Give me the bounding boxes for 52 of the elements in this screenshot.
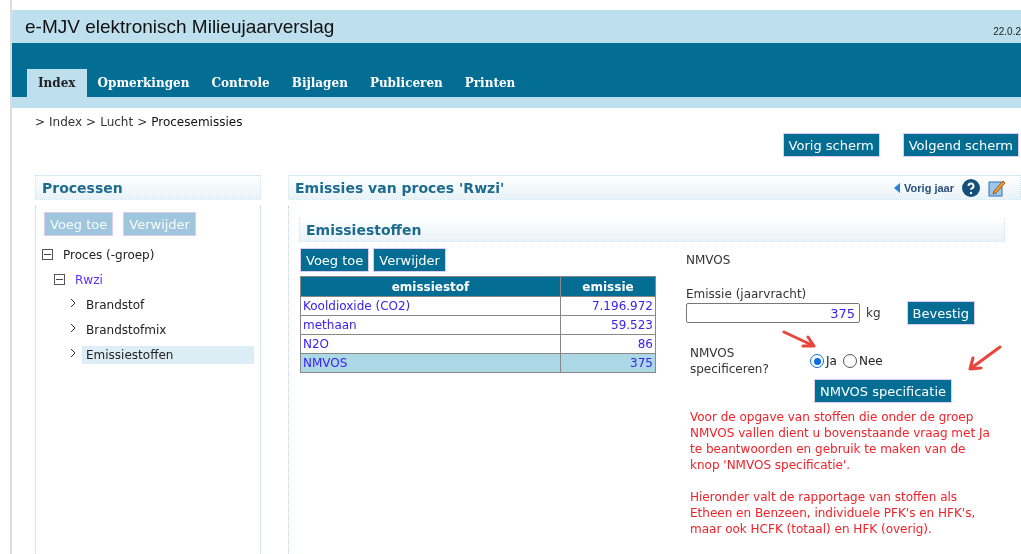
unit-label: kg [866,306,881,320]
tree-item[interactable]: Brandstofmix [82,320,171,339]
current-page-label: Procesemissies [151,115,243,129]
tree-item[interactable]: Proces (-groep) [59,245,159,264]
nav-tab[interactable]: Opmerkingen [86,69,201,97]
column-header[interactable]: emissiestof [300,276,561,297]
nav-button[interactable]: Volgend scherm [902,133,1019,157]
breadcrumb-link[interactable]: Index [49,115,83,129]
breadcrumb-separator: > [137,115,148,129]
tree-item[interactable]: Emissiestoffen [82,345,254,364]
radio-option[interactable]: Ja [810,354,837,368]
warning-text: Hieronder valt de rapportage van stoffen als Etheen en Benzeen, individuele PFK's en HFK's, maar ook HCFK (totaal) en HFK (overig). [690,489,977,537]
substance-name: NMVOS [686,253,732,267]
nav-tab[interactable]: Index [27,69,87,97]
tree-item[interactable]: Rwzi [71,270,107,289]
triangle-left-icon [894,182,901,193]
nav-tab[interactable]: Printen [453,69,527,97]
nav-tab[interactable]: Publiceren [358,69,454,97]
app-title: e-MJV elektronisch Milieujaarverslag [25,15,335,38]
previous-year-link[interactable]: Vorig jaar [894,181,954,194]
annotation-arrow [968,345,1002,371]
confirm-button[interactable]: Bevestig [906,301,975,325]
radio-option[interactable]: Nee [842,354,883,368]
chevron-icon[interactable] [70,348,76,357]
breadcrumb-link[interactable]: Lucht [100,115,134,129]
nav-tab[interactable]: Bijlagen [280,69,359,97]
nav-button[interactable]: Vorig scherm [782,133,880,157]
radio-icon[interactable] [810,354,824,368]
nav-tab[interactable]: Controle [200,69,281,97]
question-label: NMVOS specificeren? [690,345,770,377]
breadcrumb-separator: > [35,115,46,129]
breadcrumb-separator: > [86,115,97,129]
chevron-icon[interactable] [70,323,76,332]
version-label: 22.0.2 [993,26,1021,37]
panel-title: Emissies van proces 'Rwzi' [295,179,505,196]
chevron-icon[interactable] [70,298,76,307]
help-icon[interactable] [962,178,980,197]
action-button[interactable]: Voeg toe [300,248,370,272]
edit-icon[interactable] [988,178,1006,197]
field-label: Emissie (jaarvracht) [686,287,808,301]
warning-text: Voor de opgave van stoffen die onder de groep NMVOS vallen dient u bovenstaande vraag met Ja te beantwoorden en gebruik te maken van de knop 'NMVOS specificatie'. [690,409,990,473]
section-header: Emissiestoffen [299,218,1005,242]
radio-icon[interactable] [842,354,857,368]
annotation-arrow [782,330,816,348]
specification-button[interactable]: NMVOS specificatie [814,379,952,403]
emission-input[interactable]: 375 [686,303,860,323]
collapse-icon[interactable] [54,274,65,285]
panel-header: Processen [35,175,261,200]
action-button[interactable]: Verwijder [373,248,446,272]
tree-item[interactable]: Brandstof [82,295,149,314]
collapse-icon[interactable] [42,249,53,260]
column-header[interactable]: emissie [560,276,656,297]
